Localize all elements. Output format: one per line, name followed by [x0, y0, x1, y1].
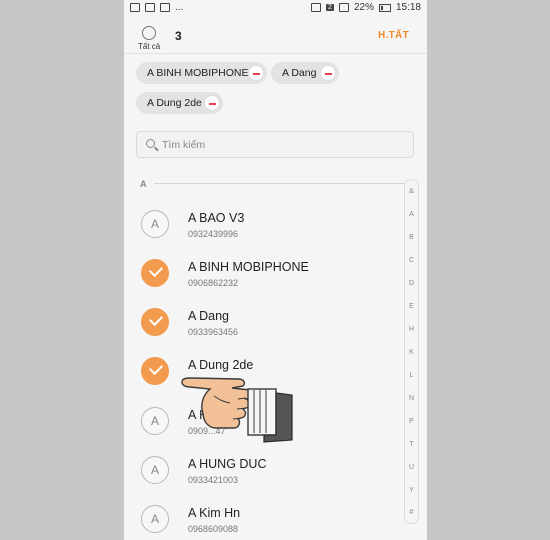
chip[interactable]: A Dung 2de	[136, 92, 223, 114]
avatar: A	[141, 407, 169, 435]
list-item[interactable]: A A BAO V3 0932439996	[124, 196, 404, 245]
message-icon	[145, 3, 155, 12]
checked-avatar	[141, 308, 169, 336]
index-letter[interactable]: Y	[405, 487, 418, 494]
list-item[interactable]: A A Kim Hn 0968609088	[124, 491, 404, 540]
index-letter[interactable]: P	[405, 418, 418, 425]
image-icon	[130, 3, 140, 12]
index-letter[interactable]: U	[405, 464, 418, 471]
avatar: A	[141, 505, 169, 533]
signal-icon	[338, 3, 349, 12]
index-letter[interactable]: C	[405, 257, 418, 264]
search-input[interactable]: Tìm kiếm	[136, 131, 414, 158]
contact-phone: 0968609088	[188, 524, 239, 534]
contact-name: A Dung 2de	[188, 358, 254, 372]
contact-phone: 0932439996	[188, 229, 239, 239]
selected-count: 3	[175, 29, 182, 43]
contact-name: A BAO V3	[188, 211, 245, 225]
battery-percent: 22%	[353, 2, 374, 13]
section-divider	[154, 183, 412, 184]
cancel-button[interactable]: H.TẤT	[378, 30, 409, 41]
chip[interactable]: A Dang	[271, 62, 339, 84]
contact-name: A HUNG DUC	[188, 457, 267, 471]
index-letter[interactable]: B	[405, 234, 418, 241]
select-all-checkbox[interactable]	[142, 26, 156, 40]
pointing-hand-icon	[181, 377, 293, 443]
remove-icon[interactable]	[204, 95, 220, 111]
contact-name: A Kim Hn	[188, 506, 241, 520]
list-item[interactable]: A BINH MOBIPHONE 0906862232	[124, 245, 404, 294]
avatar: A	[141, 456, 169, 484]
sim-badge: 2	[326, 4, 334, 11]
contact-name: A Dang	[188, 309, 230, 323]
chip[interactable]: A BINH MOBIPHONE	[136, 62, 267, 84]
avatar: A	[141, 210, 169, 238]
contact-phone: 0933421003	[188, 475, 239, 485]
status-bar: ... 2 22% 15:18	[124, 0, 427, 17]
chip-label: A BINH MOBIPHONE	[147, 67, 249, 79]
battery-icon	[378, 3, 391, 12]
index-letter[interactable]: &	[405, 188, 418, 195]
contact-phone: 0906862232	[188, 278, 239, 288]
index-letter[interactable]: D	[405, 280, 418, 287]
more-notifications: ...	[175, 2, 184, 13]
alphabet-index[interactable]: & A B C D E H K L N P T U Y #	[404, 179, 419, 524]
check-icon	[148, 262, 164, 278]
sync-icon	[160, 3, 170, 12]
section-header: A	[140, 179, 147, 189]
remove-icon[interactable]	[320, 65, 336, 81]
index-letter[interactable]: #	[405, 509, 418, 516]
chip-label: A Dang	[282, 67, 317, 79]
index-letter[interactable]: A	[405, 211, 418, 218]
search-icon	[146, 139, 155, 148]
contact-name: A BINH MOBIPHONE	[188, 260, 309, 274]
index-letter[interactable]: K	[405, 349, 418, 356]
index-letter[interactable]: T	[405, 441, 418, 448]
clock: 15:18	[395, 2, 421, 13]
index-letter[interactable]: E	[405, 303, 418, 310]
contact-phone: 0933963456	[188, 327, 239, 337]
checked-avatar	[141, 357, 169, 385]
index-letter[interactable]: L	[405, 372, 418, 379]
check-icon	[148, 360, 164, 376]
search-placeholder: Tìm kiếm	[162, 139, 206, 151]
check-icon	[148, 311, 164, 327]
list-item[interactable]: A Dang 0933963456	[124, 294, 404, 343]
selection-header: Tất cả 3 H.TẤT	[124, 17, 427, 54]
chip-label: A Dung 2de	[147, 97, 202, 109]
phone-screen: ... 2 22% 15:18 Tất cả 3 H.TẤT A BINH MO…	[124, 0, 427, 540]
index-letter[interactable]: N	[405, 395, 418, 402]
select-all-label[interactable]: Tất cả	[138, 42, 160, 51]
index-letter[interactable]: H	[405, 326, 418, 333]
remove-icon[interactable]	[248, 65, 264, 81]
checked-avatar	[141, 259, 169, 287]
wifi-icon	[311, 3, 322, 12]
